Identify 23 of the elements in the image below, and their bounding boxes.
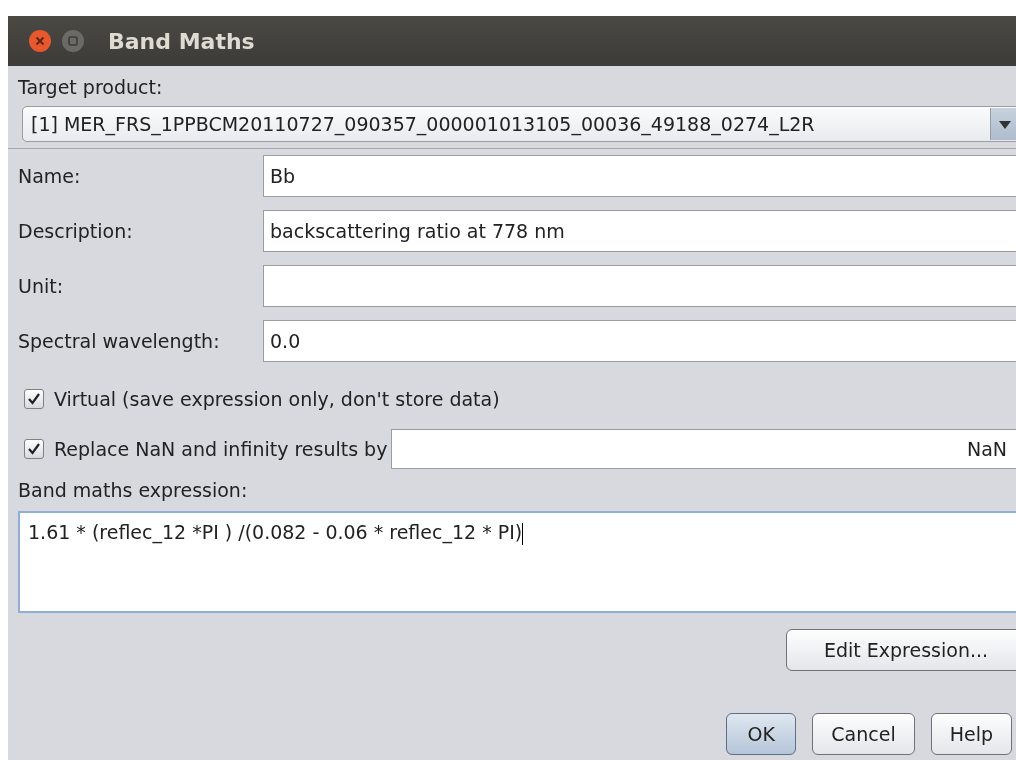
checkbox-label: Replace NaN and infinity results by (54, 438, 388, 460)
window-title: Band Maths (108, 28, 255, 54)
text-field[interactable]: backscattering ratio at 778 nm (263, 210, 1016, 252)
checkbox[interactable] (24, 389, 44, 409)
text-field[interactable]: Bb (263, 155, 1016, 197)
close-icon[interactable] (28, 29, 52, 53)
field-label: Unit: (18, 275, 65, 297)
replacement-field[interactable]: NaN (391, 429, 1016, 469)
edit-expression-button[interactable]: Edit Expression... (786, 629, 1016, 671)
checkbox[interactable] (24, 439, 44, 459)
expression-field[interactable]: 1.61 * (reflec_12 *PI ) /(0.082 - 0.06 * reflec_12 * PI) (18, 511, 1016, 613)
field-label: Target product: (18, 76, 163, 98)
product-dropdown[interactable]: [1] MER_FRS_1PPBCM20110727_090357_000001013105_00036_49188_0274_L2R (22, 106, 1016, 142)
text-field[interactable]: 0.0 (263, 320, 1016, 362)
dialog-button[interactable]: Help (930, 713, 1012, 755)
field-label: Name: (18, 165, 82, 187)
dialog-button[interactable]: OK (726, 713, 797, 755)
dialog-button[interactable]: Cancel (812, 713, 915, 755)
field-label: Spectral wavelength: (18, 330, 221, 352)
field-label: Band maths expression: (18, 479, 248, 501)
text-field[interactable] (263, 265, 1016, 307)
field-label: Description: (18, 220, 134, 242)
checkbox-label: Virtual (save expression only, don't store data) (54, 388, 500, 410)
